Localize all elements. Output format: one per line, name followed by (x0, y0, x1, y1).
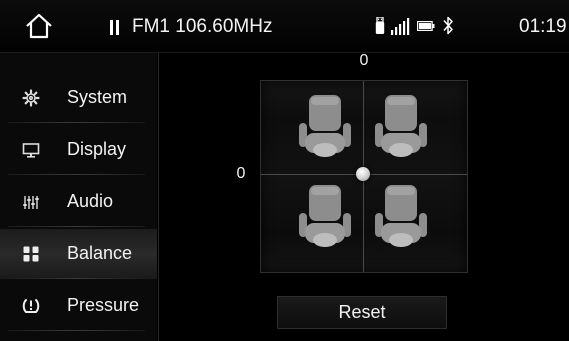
usb-icon (375, 17, 385, 34)
sidebar-item-label: Audio (67, 191, 114, 211)
sidebar-item-label: Display (67, 139, 127, 159)
sidebar-item-label: Balance (67, 243, 133, 263)
settings-sidebar: System Display Audio Balance Pressure (0, 53, 157, 341)
reset-button[interactable]: Reset (277, 296, 447, 329)
sidebar-item-system[interactable]: System (0, 73, 157, 123)
clock: 01:19 (519, 16, 567, 37)
sidebar-divider (158, 53, 159, 341)
balance-handle[interactable] (356, 167, 370, 181)
sidebar-item-balance[interactable]: Balance (0, 229, 157, 279)
pause-icon[interactable] (109, 20, 121, 35)
sidebar-item-label: Pressure (67, 295, 140, 315)
battery-icon (417, 21, 435, 31)
left-right-value: 0 (236, 165, 246, 182)
balance-grid-icon (23, 246, 39, 262)
balance-fader-pad[interactable] (260, 80, 468, 273)
sidebar-item-label: System (67, 87, 128, 107)
bluetooth-icon (443, 16, 453, 35)
status-bar: FM1 106.60MHz 01:19 (0, 0, 569, 53)
seat-rear-left-icon (299, 185, 351, 247)
radio-station-text[interactable]: FM1 106.60MHz (132, 16, 272, 38)
tire-pressure-icon (22, 299, 40, 313)
front-rear-value: 0 (359, 52, 369, 69)
monitor-icon (22, 143, 40, 158)
seat-front-left-icon (299, 95, 351, 157)
signal-bars-icon (391, 18, 410, 35)
equalizer-icon (23, 196, 39, 209)
sidebar-item-audio[interactable]: Audio (0, 177, 157, 227)
home-icon[interactable] (24, 12, 54, 40)
gear-icon (22, 89, 40, 107)
sidebar-item-display[interactable]: Display (0, 125, 157, 175)
seat-front-right-icon (375, 95, 427, 157)
seat-rear-right-icon (375, 185, 427, 247)
sidebar-item-pressure[interactable]: Pressure (0, 281, 157, 331)
